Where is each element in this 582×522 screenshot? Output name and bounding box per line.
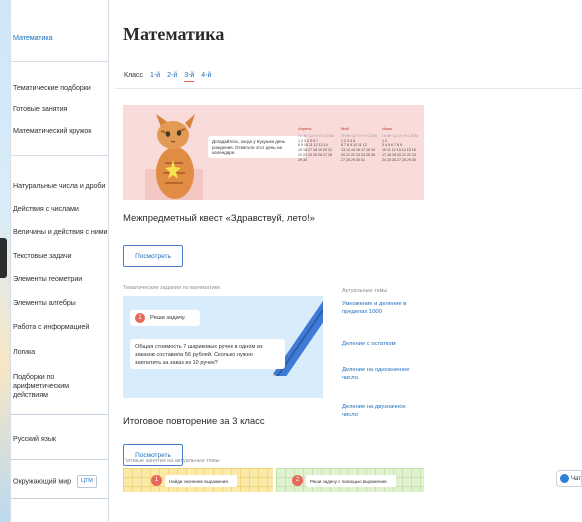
- task-chip: 1 Реши задачу.: [130, 310, 200, 326]
- sidebar-item-word-problems[interactable]: Текстовые задачи: [11, 251, 109, 260]
- sidebar-item-ready-lessons[interactable]: Готовые занятия: [11, 104, 109, 113]
- thematic-task-card[interactable]: 1 Реши задачу. Общая стоимость 7 шариков…: [123, 296, 323, 398]
- lesson-number-icon: 2: [292, 475, 303, 486]
- header-divider: [115, 88, 582, 89]
- sidebar-item-math-club[interactable]: Математический кружок: [11, 126, 109, 135]
- ready-lessons-label: Готовые занятия на актуальные темы: [123, 458, 220, 464]
- quest-banner[interactable]: Догадайтесь, когда у Кукушки день рожден…: [123, 105, 424, 200]
- class-label: Класс: [124, 72, 144, 79]
- sidebar-item-algebra[interactable]: Элементы алгебры: [11, 298, 109, 307]
- final-review-title[interactable]: Итоговое повторение за 3 класс: [123, 416, 265, 427]
- sidebar-item-russian[interactable]: Русский язык: [11, 434, 109, 443]
- ready-lesson-card[interactable]: 2 Реши задачу с помощью выражения.: [276, 468, 424, 492]
- sidebar-item-operations[interactable]: Действия с числами: [11, 204, 109, 213]
- sidebar-item-thematic[interactable]: Тематические подборки: [11, 83, 109, 92]
- sidebar-item-world[interactable]: Окружающий мир ЦТМ: [11, 475, 109, 488]
- quest-title[interactable]: Межпредметный квест «Здравствуй, лето!»: [123, 213, 315, 224]
- quest-view-button[interactable]: Посмотреть: [123, 245, 183, 267]
- calendar-week: 27 28 29 30 31: [341, 157, 365, 162]
- sidebar-item-arithmetic-sets[interactable]: Подборки по арифметическим действиям: [11, 372, 103, 399]
- calendar-june: Июнь Пн Вт Ср Чт Пт Сб Вс 1 2 3 4 5 6 7 …: [382, 126, 424, 187]
- cat-illustration: [145, 114, 203, 200]
- quest-speech-bubble: Догадайтесь, когда у Кукушки день рожден…: [208, 136, 306, 158]
- page-title: Математика: [123, 24, 225, 44]
- topics-label: Актуальные темы: [342, 288, 388, 294]
- lesson-number-icon: 1: [151, 475, 162, 486]
- sidebar-item-mathematics[interactable]: Математика: [11, 33, 109, 42]
- ready-lesson-chip: Найди значение выражения.: [165, 475, 238, 487]
- topic-link[interactable]: Деление с остатком: [342, 340, 417, 348]
- calendar-may: Май Пн Вт Ср Чт Пт Сб Вс 1 2 3 4 5 6 7 8…: [341, 126, 383, 187]
- thematic-label: Тематические задания по математике: [123, 285, 221, 291]
- chat-icon: [560, 474, 569, 483]
- ready-lesson-card[interactable]: 1 Найди значение выражения.: [123, 468, 273, 492]
- sidebar-divider: [11, 155, 109, 156]
- calendar-month: Май: [341, 126, 349, 131]
- sidebar-item-logic[interactable]: Логика: [11, 347, 109, 356]
- calendar-month: Апрель: [298, 126, 312, 131]
- topic-link[interactable]: Умножение и деление в пределах 1000: [342, 300, 417, 316]
- ready-lesson-chip: Реши задачу с помощью выражения.: [306, 475, 396, 487]
- topic-link[interactable]: Деление на двузначное число: [342, 403, 417, 419]
- topic-link[interactable]: Деление на однозначное число.: [342, 366, 417, 382]
- sidebar-item-world-label: Окружающий мир: [13, 476, 72, 486]
- class-tab-3[interactable]: 3-й: [184, 72, 195, 82]
- sidebar-section-russian: Русский язык: [11, 414, 109, 460]
- task-number-icon: 1: [135, 313, 145, 323]
- sidebar-section-world: Окружающий мир ЦТМ: [11, 459, 109, 499]
- sidebar-divider: [11, 61, 109, 62]
- calendar-weekdays: Пн Вт Ср Чт Пт Сб Вс: [298, 133, 335, 138]
- side-panel-toggle[interactable]: [0, 238, 7, 278]
- class-tab-2[interactable]: 2-й: [167, 72, 177, 79]
- sidebar-item-geometry[interactable]: Элементы геометрии: [11, 274, 109, 283]
- task-text: Общая стоимость 7 шариковых ручек в одно…: [130, 339, 285, 369]
- calendar-weekdays: Пн Вт Ср Чт Пт Сб Вс: [341, 133, 378, 138]
- calendar-weekdays: Пн Вт Ср Чт Пт Сб Вс: [382, 133, 419, 138]
- task-chip-label: Реши задачу.: [150, 315, 186, 321]
- calendar-april: Апрель Пн Вт Ср Чт Пт Сб Вс 1 2 3 4 5 6 …: [298, 126, 340, 187]
- sidebar-item-numbers[interactable]: Натуральные числа и дроби: [11, 181, 109, 190]
- class-tab-4[interactable]: 4-й: [201, 72, 211, 79]
- sidebar-item-information[interactable]: Работа с информацией: [11, 322, 109, 331]
- class-tab-1[interactable]: 1-й: [150, 72, 160, 79]
- ctm-badge: ЦТМ: [77, 475, 97, 488]
- calendar-week: 24 25 26 27 28 29 30: [382, 157, 416, 162]
- calendar-month: Июнь: [382, 126, 393, 131]
- calendar-week: 29 30: [298, 157, 307, 162]
- chat-label: Чат: [571, 475, 581, 482]
- sidebar-item-quantities[interactable]: Величины и действия с ними: [11, 227, 109, 236]
- chat-button[interactable]: Чат: [556, 470, 582, 487]
- class-selector: Класс 1-й 2-й 3-й 4-й: [124, 72, 216, 82]
- subject-sidebar: Математика Тематические подборки Готовые…: [10, 0, 109, 522]
